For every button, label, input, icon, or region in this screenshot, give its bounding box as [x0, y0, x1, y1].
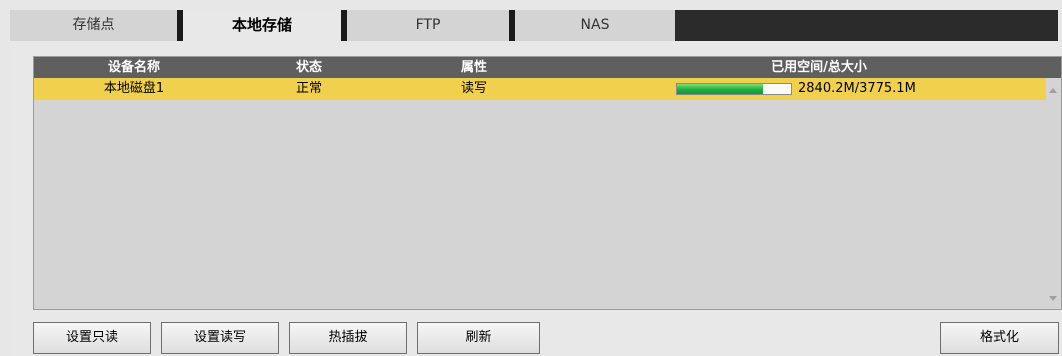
table-row[interactable]: 本地磁盘1 正常 读写 2840.2M/3775.1M	[34, 78, 1046, 100]
set-read-only-button[interactable]: 设置只读	[33, 322, 151, 354]
column-header-status: 状态	[295, 60, 322, 75]
tab-ftp[interactable]: FTP	[347, 10, 509, 41]
storage-table: 设备名称 状态 属性 已用空间/总大小 本地磁盘1 正常 读写 2840.2M/…	[33, 56, 1062, 310]
status-cell: 正常	[295, 81, 322, 96]
vertical-scrollbar[interactable]	[1046, 78, 1061, 309]
chevron-down-icon[interactable]	[1049, 296, 1057, 301]
tab-storage-point[interactable]: 存储点	[10, 10, 177, 41]
tab-local-storage[interactable]: 本地存储	[183, 10, 341, 41]
set-read-write-button[interactable]: 设置读写	[161, 322, 279, 354]
tab-bar: 存储点 本地存储 FTP NAS	[10, 10, 1058, 41]
attribute-cell: 读写	[460, 81, 487, 96]
tab-nas[interactable]: NAS	[515, 10, 675, 41]
column-header-attribute: 属性	[460, 60, 487, 75]
hot-swap-button[interactable]: 热插拔	[289, 322, 407, 354]
column-header-device-name: 设备名称	[107, 60, 160, 75]
usage-text: 2840.2M/3775.1M	[798, 81, 916, 96]
column-header-usage: 已用空间/总大小	[771, 60, 867, 75]
format-button[interactable]: 格式化	[940, 322, 1059, 354]
chevron-up-icon[interactable]	[1049, 88, 1057, 93]
table-header: 设备名称 状态 属性 已用空间/总大小	[34, 57, 1061, 78]
refresh-button[interactable]: 刷新	[417, 322, 540, 354]
device-name-cell: 本地磁盘1	[103, 81, 165, 96]
usage-progress-bar	[676, 83, 792, 95]
local-storage-panel: 设备名称 状态 属性 已用空间/总大小 本地磁盘1 正常 读写 2840.2M/…	[10, 41, 1062, 356]
usage-progress-fill	[677, 84, 763, 94]
